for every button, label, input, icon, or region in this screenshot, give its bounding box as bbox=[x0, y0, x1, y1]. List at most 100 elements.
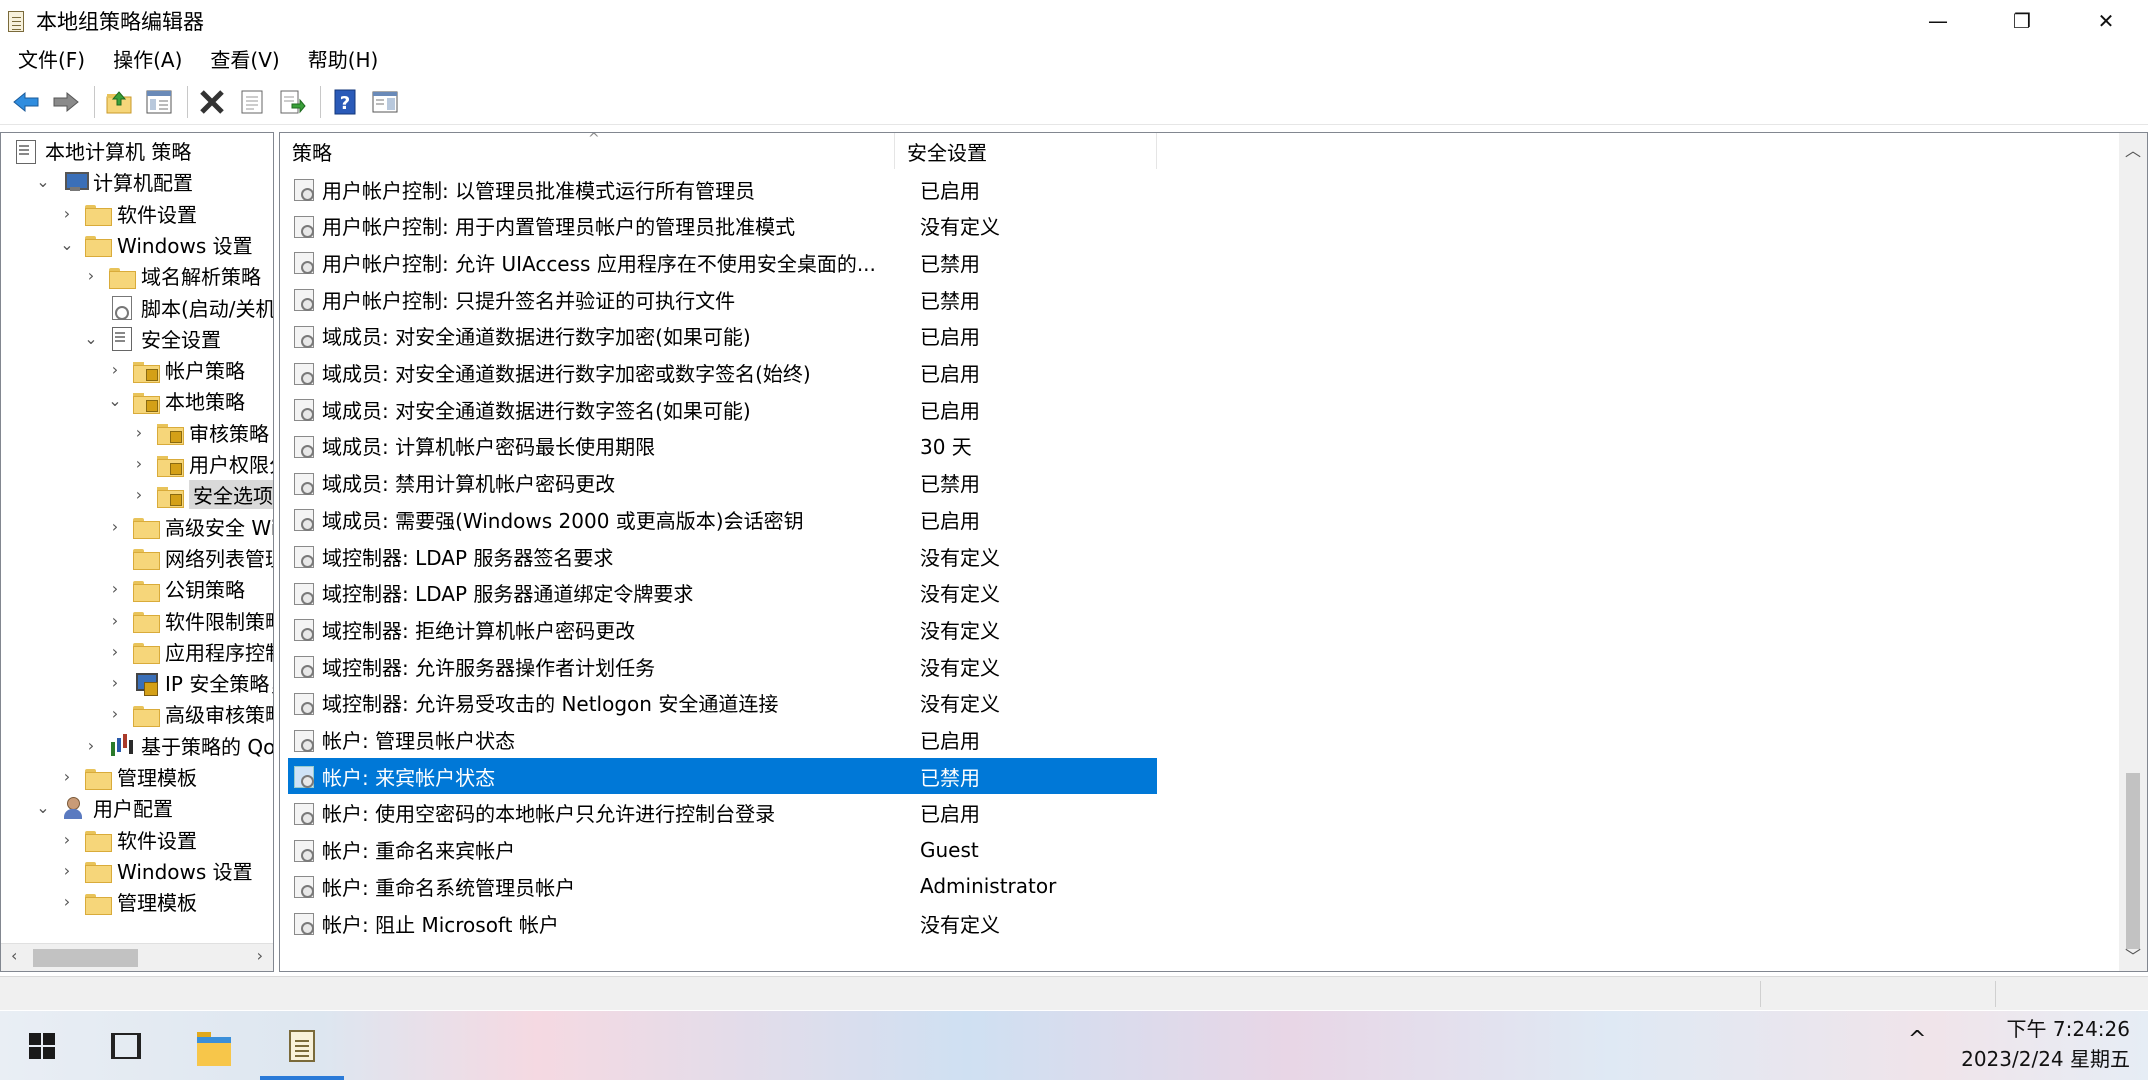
policy-row[interactable]: 域控制器: 允许易受攻击的 Netlogon 安全通道连接 没有定义 bbox=[288, 685, 1157, 721]
chevron-down-icon[interactable]: ⌄ bbox=[105, 391, 125, 411]
tree-node[interactable]: › 安全选项 bbox=[129, 479, 273, 510]
policy-row[interactable]: 域成员: 对安全通道数据进行数字加密或数字签名(始终) 已启用 bbox=[288, 355, 1157, 391]
policy-row[interactable]: 帐户: 使用空密码的本地帐户只允许进行控制台登录 已启用 bbox=[288, 795, 1157, 831]
show-hidden-icons-button[interactable]: ^ bbox=[1908, 1027, 1926, 1052]
scroll-left-icon[interactable]: ‹ bbox=[11, 946, 17, 965]
chevron-right-icon[interactable]: › bbox=[57, 892, 77, 912]
tree-node[interactable]: › 软件设置 bbox=[57, 824, 197, 855]
back-button[interactable] bbox=[8, 84, 44, 120]
chevron-down-icon[interactable]: ⌄ bbox=[33, 798, 53, 818]
tree-node[interactable]: ⌄ 用户配置 bbox=[33, 792, 173, 823]
scroll-right-icon[interactable]: › bbox=[257, 946, 263, 965]
policy-row[interactable]: 域成员: 禁用计算机帐户密码更改 已禁用 bbox=[288, 465, 1157, 501]
tree-node[interactable]: 本地计算机 策略 bbox=[5, 135, 191, 166]
tree-node[interactable]: ⌄ Windows 设置 bbox=[57, 229, 252, 260]
scroll-thumb[interactable] bbox=[33, 949, 138, 967]
chevron-right-icon[interactable]: › bbox=[105, 610, 125, 630]
tree-node[interactable]: › 软件限制策略 bbox=[105, 605, 273, 636]
policy-row[interactable]: 域成员: 对安全通道数据进行数字加密(如果可能) 已启用 bbox=[288, 318, 1157, 354]
tree-node[interactable]: › 应用程序控制策略 bbox=[105, 636, 273, 667]
console-tree[interactable]: 本地计算机 策略 ⌄ 计算机配置 › 软件设置 ⌄ Windows 设置 › 域名解析策略 脚本(… bbox=[0, 132, 274, 972]
chevron-right-icon[interactable]: › bbox=[105, 641, 125, 661]
policy-row[interactable]: 域成员: 需要强(Windows 2000 或更高版本)会话密钥 已启用 bbox=[288, 501, 1157, 537]
chevron-down-icon[interactable]: ⌄ bbox=[81, 328, 101, 348]
policy-row[interactable]: 域控制器: LDAP 服务器通道绑定令牌要求 没有定义 bbox=[288, 575, 1157, 611]
policy-list[interactable]: 策略 ^ 安全设置 ︿ ﹀ 用户帐户控制: 以管理员批准模式运行所有管理员 已启用… bbox=[279, 132, 2148, 972]
menu-action[interactable]: 操作(A) bbox=[99, 42, 196, 78]
chevron-right-icon[interactable]: › bbox=[105, 704, 125, 724]
show-hide-tree-button[interactable] bbox=[141, 84, 177, 120]
menu-help[interactable]: 帮助(H) bbox=[294, 42, 393, 78]
policy-row[interactable]: 域控制器: 拒绝计算机帐户密码更改 没有定义 bbox=[288, 611, 1157, 647]
tree-node[interactable]: ⌄ 本地策略 bbox=[105, 385, 245, 416]
policy-row[interactable]: 域控制器: LDAP 服务器签名要求 没有定义 bbox=[288, 538, 1157, 574]
chevron-right-icon[interactable]: › bbox=[57, 203, 77, 223]
close-button[interactable]: ✕ bbox=[2064, 0, 2148, 41]
delete-button[interactable] bbox=[194, 84, 230, 120]
menu-view[interactable]: 查看(V) bbox=[196, 42, 293, 78]
tree-node[interactable]: › 管理模板 bbox=[57, 886, 197, 917]
chevron-right-icon[interactable]: › bbox=[105, 579, 125, 599]
export-list-button[interactable] bbox=[274, 84, 310, 120]
tree-node[interactable]: › 公钥策略 bbox=[105, 573, 245, 604]
policy-row[interactable]: 用户帐户控制: 以管理员批准模式运行所有管理员 已启用 bbox=[288, 171, 1157, 207]
tree-node[interactable]: › 审核策略 bbox=[129, 417, 269, 448]
tree-horizontal-scrollbar[interactable]: ‹ › bbox=[1, 943, 273, 971]
forward-button[interactable] bbox=[48, 84, 84, 120]
chevron-right-icon[interactable]: › bbox=[81, 735, 101, 755]
scroll-down-icon[interactable]: ﹀ bbox=[2125, 943, 2141, 967]
tree-node[interactable]: › 高级审核策略配置 bbox=[105, 698, 273, 729]
tree-node[interactable]: 网络列表管理器策略 bbox=[105, 542, 273, 573]
chevron-right-icon[interactable]: › bbox=[105, 673, 125, 693]
chevron-right-icon[interactable]: › bbox=[129, 485, 149, 505]
tree-node[interactable]: › 域名解析策略 bbox=[81, 260, 261, 291]
policy-row[interactable]: 帐户: 重命名来宾帐户 Guest bbox=[288, 832, 1157, 868]
scroll-up-icon[interactable]: ︿ bbox=[2125, 137, 2141, 161]
policy-row[interactable]: 域成员: 对安全通道数据进行数字签名(如果可能) 已启用 bbox=[288, 391, 1157, 427]
policy-row[interactable]: 帐户: 阻止 Microsoft 帐户 没有定义 bbox=[288, 905, 1157, 941]
policy-row[interactable]: 用户帐户控制: 用于内置管理员帐户的管理员批准模式 没有定义 bbox=[288, 208, 1157, 244]
tree-node[interactable]: › Windows 设置 bbox=[57, 855, 253, 886]
help-button[interactable]: ? bbox=[327, 84, 363, 120]
tree-node[interactable]: › 帐户策略 bbox=[105, 354, 245, 385]
policy-row[interactable]: 域成员: 计算机帐户密码最长使用期限 30 天 bbox=[288, 428, 1157, 464]
tree-node[interactable]: › 软件设置 bbox=[57, 198, 197, 229]
file-explorer-button[interactable] bbox=[172, 1011, 256, 1080]
chevron-right-icon[interactable]: › bbox=[105, 516, 125, 536]
tree-node[interactable]: › IP 安全策略，在 本地计算机 bbox=[105, 667, 273, 698]
start-button[interactable] bbox=[0, 1011, 84, 1080]
system-clock[interactable]: 下午 7:24:26 2023/2/24 星期五 bbox=[1950, 1014, 2130, 1074]
policy-row[interactable]: 用户帐户控制: 只提升签名并验证的可执行文件 已禁用 bbox=[288, 281, 1157, 317]
tree-node[interactable]: › 管理模板 bbox=[57, 761, 197, 792]
tree-node[interactable]: 脚本(启动/关机) bbox=[81, 292, 273, 323]
minimize-button[interactable]: — bbox=[1896, 0, 1980, 41]
chevron-right-icon[interactable]: › bbox=[129, 454, 149, 474]
menu-file[interactable]: 文件(F) bbox=[4, 42, 99, 78]
chevron-right-icon[interactable]: › bbox=[105, 360, 125, 380]
task-view-button[interactable] bbox=[84, 1011, 168, 1080]
policy-row[interactable]: 帐户: 管理员帐户状态 已启用 bbox=[288, 722, 1157, 758]
chevron-right-icon[interactable]: › bbox=[81, 266, 101, 286]
column-header-policy[interactable]: 策略 ^ bbox=[280, 133, 895, 169]
column-header-setting[interactable]: 安全设置 bbox=[895, 133, 1157, 169]
up-one-level-button[interactable] bbox=[101, 84, 137, 120]
chevron-right-icon[interactable]: › bbox=[57, 767, 77, 787]
restore-button[interactable]: ❐ bbox=[1980, 0, 2064, 41]
properties-button[interactable] bbox=[234, 84, 270, 120]
chevron-right-icon[interactable]: › bbox=[57, 829, 77, 849]
chevron-down-icon[interactable]: ⌄ bbox=[33, 172, 53, 192]
policy-row[interactable]: 用户帐户控制: 允许 UIAccess 应用程序在不使用安全桌面的... 已禁用 bbox=[288, 244, 1157, 280]
tree-node[interactable]: › 高级安全 Windows Defender 防火墙 bbox=[105, 511, 273, 542]
policy-row[interactable]: 帐户: 来宾帐户状态 已禁用 bbox=[288, 758, 1157, 795]
tree-node[interactable]: ⌄ 安全设置 bbox=[81, 323, 221, 354]
list-vertical-scrollbar[interactable]: ︿ ﹀ bbox=[2119, 133, 2147, 971]
policy-row[interactable]: 域控制器: 允许服务器操作者计划任务 没有定义 bbox=[288, 648, 1157, 684]
policy-row[interactable]: 帐户: 重命名系统管理员帐户 Administrator bbox=[288, 868, 1157, 904]
scroll-thumb[interactable] bbox=[2126, 773, 2140, 949]
tree-node[interactable]: › 用户权限分配 bbox=[129, 448, 273, 479]
notepad-taskbar-button[interactable] bbox=[260, 1011, 344, 1080]
tree-node[interactable]: ⌄ 计算机配置 bbox=[33, 166, 193, 197]
chevron-right-icon[interactable]: › bbox=[57, 860, 77, 880]
chevron-right-icon[interactable]: › bbox=[129, 422, 149, 442]
tree-node[interactable]: › 基于策略的 QoS bbox=[81, 730, 273, 761]
